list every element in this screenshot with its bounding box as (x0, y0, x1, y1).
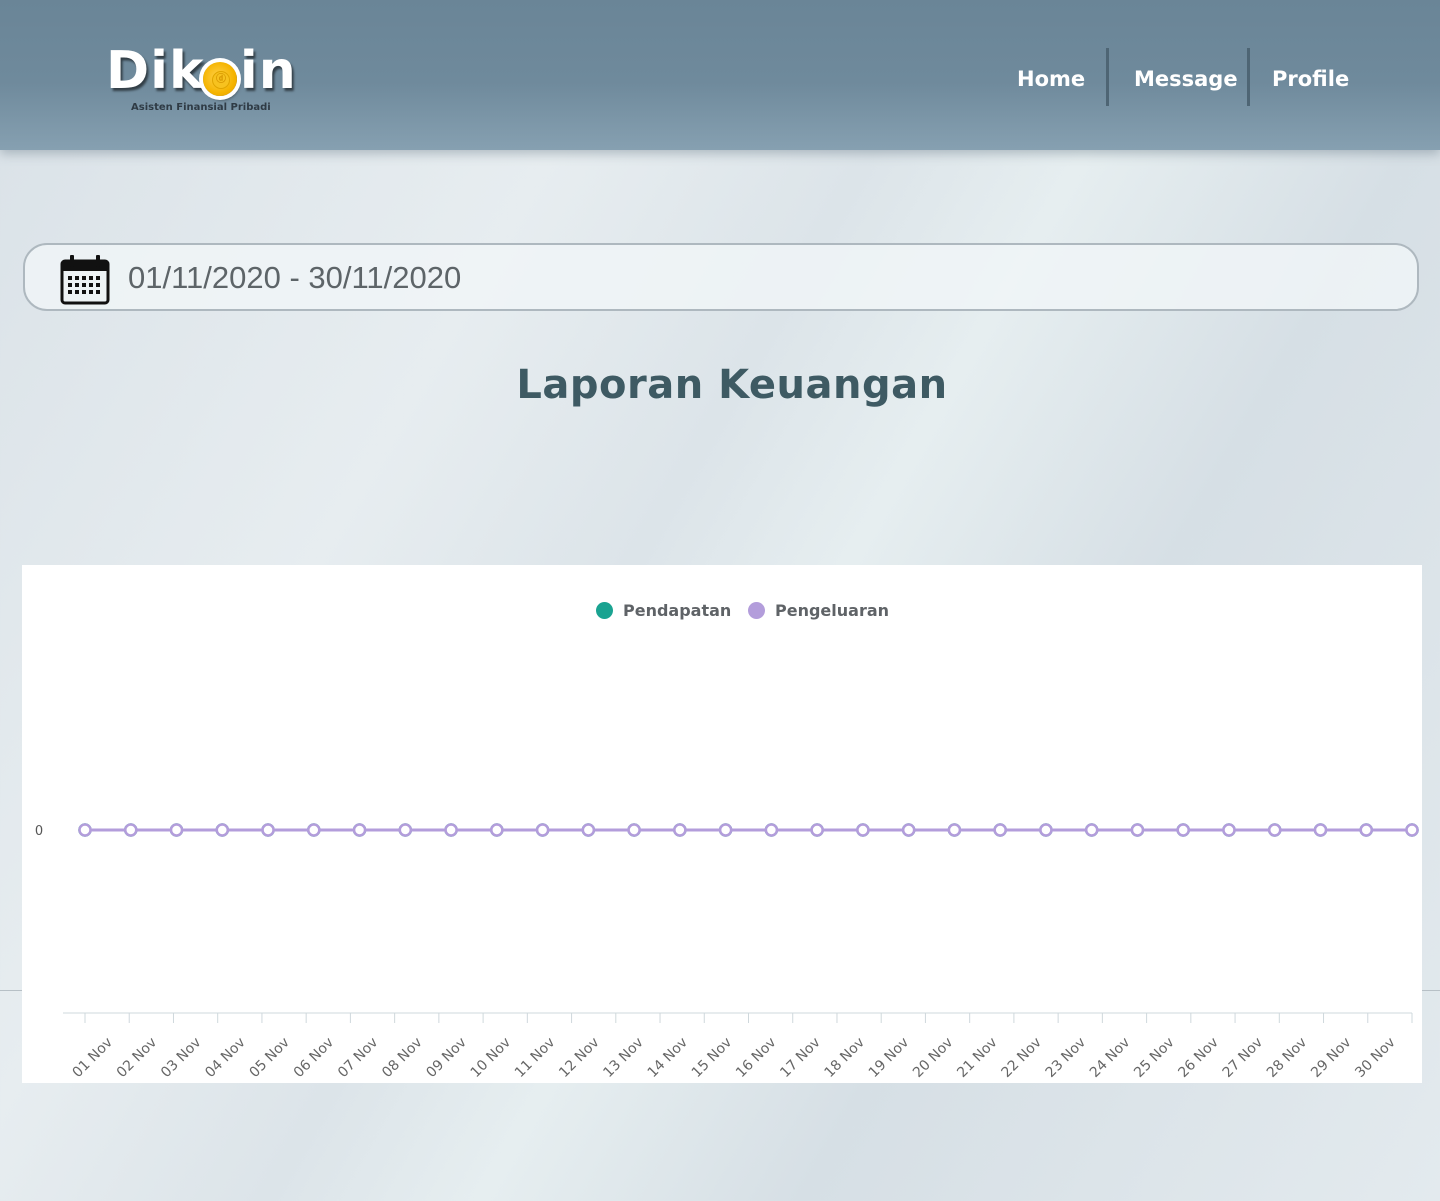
x-tick-label: 01 Nov (70, 1035, 116, 1081)
x-tick-label: 09 Nov (423, 1035, 469, 1081)
data-point-pengeluaran (810, 823, 824, 837)
x-tick-label: 22 Nov (998, 1035, 1044, 1081)
x-tick-label: 10 Nov (468, 1035, 514, 1081)
data-point-pengeluaran (1359, 823, 1373, 837)
x-tick-label: 20 Nov (910, 1035, 956, 1081)
data-point-pengeluaran (490, 823, 504, 837)
x-tick-label: 30 Nov (1352, 1035, 1398, 1081)
data-point-pengeluaran (78, 823, 92, 837)
financial-report-chart: Pendapatan Pengeluaran 0 01 Nov 02 Nov 03 N… (22, 565, 1422, 1083)
x-tick-label: 19 Nov (866, 1035, 912, 1081)
x-tick-label: 23 Nov (1043, 1035, 1089, 1081)
data-point-pengeluaran (398, 823, 413, 837)
data-point-pengeluaran (535, 823, 550, 837)
x-tick-label: 04 Nov (202, 1035, 248, 1081)
x-tick-label: 11 Nov (512, 1035, 558, 1081)
data-point-pengeluaran (1130, 823, 1145, 837)
data-point-pengeluaran (124, 823, 138, 837)
data-point-pengeluaran (673, 823, 687, 837)
nav-separator (1247, 48, 1250, 106)
x-tick-label: 07 Nov (335, 1035, 381, 1081)
chart-plot: 0 01 Nov02 Nov03 Nov04 Nov05 Nov06 Nov07 … (35, 823, 1419, 1081)
x-tick-label: 16 Nov (733, 1035, 779, 1081)
x-tick-label: 29 Nov (1308, 1035, 1354, 1081)
x-tick-label: 03 Nov (158, 1035, 204, 1081)
data-point-pengeluaran (352, 823, 367, 837)
data-point-pengeluaran (1176, 823, 1190, 837)
data-point-pengeluaran (764, 823, 779, 837)
x-tick-label: 08 Nov (379, 1035, 425, 1081)
data-point-pengeluaran (1084, 823, 1099, 837)
y-tick-label: 0 (35, 824, 43, 839)
x-tick-label: 13 Nov (600, 1035, 646, 1081)
data-point-pengeluaran (261, 823, 275, 837)
x-tick-label: 06 Nov (291, 1035, 337, 1081)
date-range-value: 01/11/2020 - 30/11/2020 (128, 260, 462, 295)
dikoin-logo[interactable]: Dikoin ⓓ Asisten Finansial Pribadi (106, 40, 306, 120)
data-point-pengeluaran (901, 823, 916, 837)
x-tick-label: 02 Nov (114, 1035, 160, 1081)
nav-separator (1106, 48, 1109, 106)
x-tick-label: 27 Nov (1220, 1035, 1266, 1081)
x-tick-label: 12 Nov (556, 1035, 602, 1081)
x-tick-label: 25 Nov (1131, 1035, 1177, 1081)
data-point-pengeluaran (444, 823, 458, 837)
x-tick-label: 17 Nov (777, 1035, 823, 1081)
data-point-pengeluaran (947, 823, 962, 837)
nav-message[interactable]: Message (1134, 45, 1238, 105)
data-point-pengeluaran (1039, 823, 1053, 837)
x-tick-label: 28 Nov (1264, 1035, 1310, 1081)
coin-icon: ⓓ (203, 62, 237, 96)
data-point-pengeluaran (1222, 823, 1236, 837)
data-point-pengeluaran (993, 823, 1007, 837)
x-tick-label: 15 Nov (689, 1035, 735, 1081)
x-tick-label: 21 Nov (954, 1035, 1000, 1081)
data-point-pengeluaran (627, 823, 641, 837)
data-point-pengeluaran (169, 823, 184, 837)
top-navbar: Dikoin ⓓ Asisten Finansial Pribadi Home … (0, 0, 1440, 150)
data-point-pengeluaran (307, 823, 321, 837)
data-point-pengeluaran (856, 823, 870, 837)
logo-wordmark: Dikoin (106, 41, 297, 101)
date-range-picker[interactable]: 01/11/2020 - 30/11/2020 (23, 243, 1419, 311)
data-point-pengeluaran (1313, 823, 1328, 837)
data-point-pengeluaran (718, 823, 733, 837)
x-tick-label: 18 Nov (822, 1035, 868, 1081)
data-point-pengeluaran (1267, 823, 1282, 837)
x-tick-label: 05 Nov (246, 1035, 292, 1081)
logo-tagline: Asisten Finansial Pribadi (131, 102, 271, 113)
calendar-icon (60, 255, 110, 305)
nav-profile[interactable]: Profile (1272, 45, 1349, 105)
data-point-pengeluaran (215, 823, 230, 837)
page-title: Laporan Keuangan (516, 362, 948, 408)
x-tick-label: 14 Nov (645, 1035, 691, 1081)
nav-home[interactable]: Home (1017, 45, 1085, 105)
x-tick-label: 26 Nov (1175, 1035, 1221, 1081)
data-point-pengeluaran (1405, 823, 1419, 837)
data-point-pengeluaran (581, 823, 596, 837)
x-tick-label: 24 Nov (1087, 1035, 1133, 1081)
